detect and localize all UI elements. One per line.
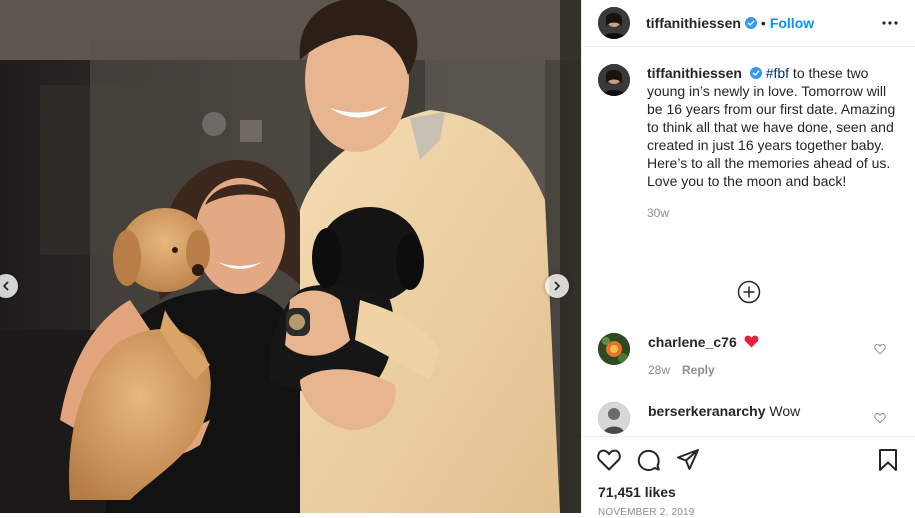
profile-picture-icon bbox=[598, 7, 630, 39]
post-footer: 71,451 likes NOVEMBER 2, 2019 bbox=[582, 436, 915, 518]
verified-badge-icon bbox=[744, 17, 757, 29]
comments-section: tiffanithiessen #fbf to these two young … bbox=[582, 48, 915, 436]
like-comment-heart-icon[interactable] bbox=[874, 343, 886, 355]
commenter-avatar[interactable] bbox=[598, 402, 630, 434]
caption-hashtag[interactable]: #fbf bbox=[766, 65, 789, 81]
verified-badge-icon bbox=[749, 67, 762, 79]
commenter-avatar[interactable] bbox=[598, 333, 630, 365]
red-heart-emoji-icon bbox=[744, 335, 759, 348]
caption-text: to these two young in’s newly in love. T… bbox=[647, 65, 896, 189]
commenter-username[interactable]: berserkeranarchy bbox=[648, 403, 766, 419]
post-photo[interactable] bbox=[0, 0, 581, 513]
caption-avatar[interactable] bbox=[598, 64, 630, 96]
follow-button[interactable]: Follow bbox=[770, 15, 814, 31]
caption-timestamp[interactable]: 30w bbox=[647, 204, 897, 222]
comment-text: Wow bbox=[769, 403, 801, 419]
post-caption: tiffanithiessen #fbf to these two young … bbox=[582, 48, 915, 222]
comment-body: charlene_c76 28w Reply bbox=[648, 333, 759, 379]
instagram-post: tiffanithiessen • Follow tiffanithiessen… bbox=[0, 0, 915, 518]
likes-count[interactable]: 71,451 likes bbox=[598, 484, 676, 500]
comment-item: charlene_c76 28w Reply bbox=[598, 333, 900, 379]
comment-body: berserkeranarchy Wow bbox=[648, 402, 800, 434]
photo-scene bbox=[0, 0, 581, 513]
like-comment-heart-icon[interactable] bbox=[874, 412, 886, 424]
load-more-comments-icon[interactable] bbox=[737, 280, 761, 304]
commenter-username[interactable]: charlene_c76 bbox=[648, 334, 737, 350]
profile-picture-icon bbox=[598, 64, 630, 96]
caption-body: tiffanithiessen #fbf to these two young … bbox=[647, 64, 897, 222]
post-header: tiffanithiessen • Follow bbox=[582, 0, 915, 47]
share-paper-plane-icon[interactable] bbox=[675, 447, 701, 473]
profile-picture-icon bbox=[598, 402, 630, 434]
save-bookmark-icon[interactable] bbox=[875, 447, 901, 473]
avatar[interactable] bbox=[598, 7, 630, 39]
comment-meta: 28w Reply bbox=[648, 361, 759, 379]
action-bar bbox=[582, 437, 915, 481]
post-author-username[interactable]: tiffanithiessen bbox=[646, 15, 741, 31]
post-sidebar: tiffanithiessen • Follow tiffanithiessen… bbox=[581, 0, 915, 518]
separator-dot: • bbox=[760, 15, 766, 31]
caption-username[interactable]: tiffanithiessen bbox=[647, 65, 742, 81]
chevron-left-icon bbox=[3, 281, 9, 291]
profile-picture-icon bbox=[598, 333, 630, 365]
chevron-right-icon bbox=[554, 281, 560, 291]
comment-timestamp[interactable]: 28w bbox=[648, 363, 670, 377]
comment-item: berserkeranarchy Wow bbox=[598, 402, 900, 434]
comment-bubble-icon[interactable] bbox=[636, 447, 662, 473]
next-photo-button[interactable] bbox=[545, 274, 569, 298]
reply-button[interactable]: Reply bbox=[682, 363, 715, 377]
like-heart-icon[interactable] bbox=[596, 447, 622, 473]
more-options-icon[interactable] bbox=[881, 14, 899, 32]
